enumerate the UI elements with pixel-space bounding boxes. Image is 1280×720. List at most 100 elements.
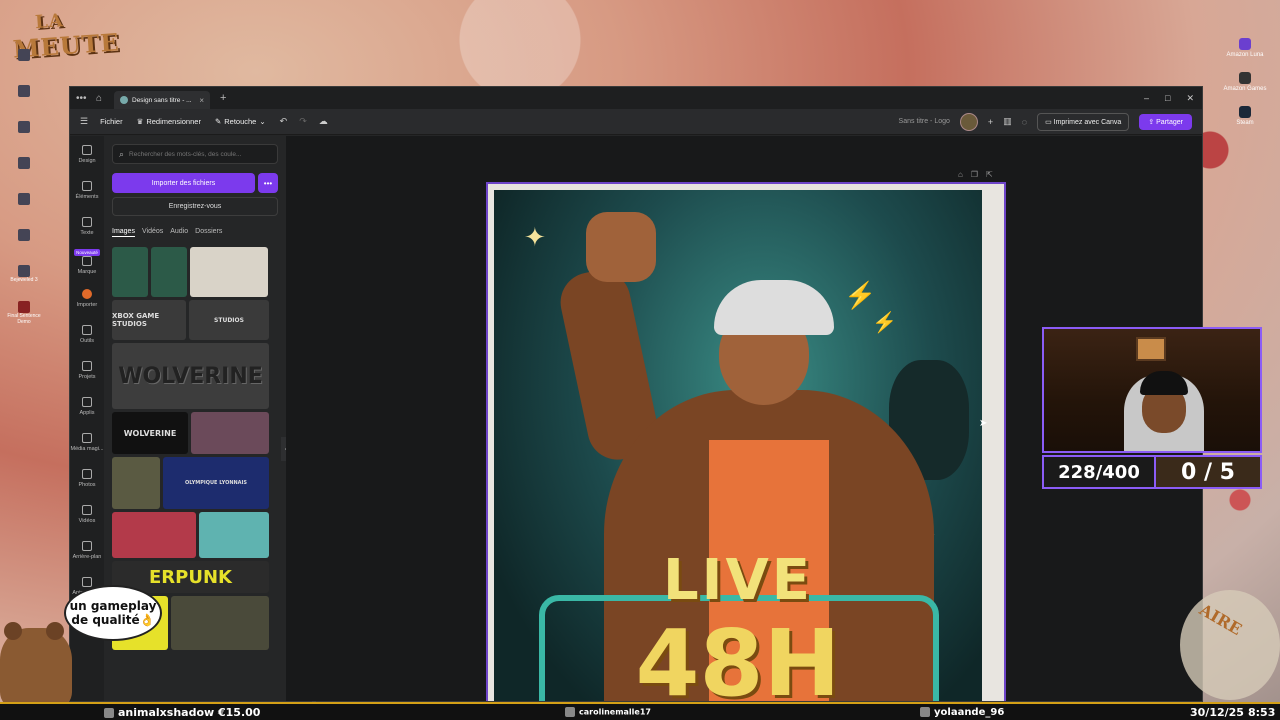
upload-thumb[interactable]	[151, 247, 187, 297]
rail-item-design[interactable]: Design	[70, 136, 104, 172]
desktop-icon-amazon-games[interactable]: Amazon Games	[1220, 72, 1270, 92]
upload-thumb[interactable]	[112, 457, 160, 509]
speech-bubble: un gameplay de qualité👌	[64, 585, 162, 641]
upload-icon	[82, 288, 92, 299]
close-window-button[interactable]: ✕	[1186, 93, 1194, 104]
ticker-date: 30/12/25	[1190, 705, 1244, 719]
poster-image[interactable]: ✦ ⚡ ⚡ ✦ LIVE 48H	[494, 190, 982, 701]
upload-thumb[interactable]	[171, 596, 269, 650]
more-options-button[interactable]: •••	[258, 173, 278, 193]
rail-item-apps[interactable]: Applis	[70, 388, 104, 424]
app-icon	[18, 157, 30, 169]
browser-tabbar: ••• ⌂ Design sans titre - ... × + – □ ✕	[70, 87, 1202, 109]
editor-toolbar: ☰ Fichier ♛ Redimensionner ✎ Retouche ⌄ ↶ ↷…	[70, 109, 1202, 135]
edit-mode-dropdown[interactable]: ✎ Retouche ⌄	[215, 117, 266, 126]
search-input[interactable]	[129, 150, 270, 158]
app-icon	[18, 85, 30, 97]
upload-thumb[interactable]	[191, 412, 269, 454]
duplicate-page-icon[interactable]: ❐	[971, 170, 978, 179]
app-icon	[18, 193, 30, 205]
upload-thumb[interactable]	[112, 247, 148, 297]
add-page-icon[interactable]: ⇱	[986, 170, 993, 179]
text-icon	[82, 216, 92, 227]
minimize-button[interactable]: –	[1144, 93, 1149, 104]
rail-item-background[interactable]: Arrière-plan	[70, 532, 104, 568]
upload-thumb[interactable]: STUDIOS	[189, 300, 269, 340]
rail-item-tools[interactable]: Outils	[70, 316, 104, 352]
magic-media-icon	[82, 432, 92, 443]
grid-row: OLYMPIQUE LYONNAIS	[112, 457, 278, 509]
rail-item-videos[interactable]: Vidéos	[70, 496, 104, 532]
tab-folders[interactable]: Dossiers	[195, 228, 222, 235]
design-page[interactable]: ✦ ⚡ ⚡ ✦ LIVE 48H	[486, 182, 1006, 701]
home-icon[interactable]: ⌂	[96, 93, 114, 104]
pencil-icon: ✎	[214, 117, 222, 126]
document-title[interactable]: Sans titre - Logo	[899, 118, 950, 125]
upload-thumb[interactable]: XBOX GAME STUDIOS	[112, 300, 186, 340]
desktop-icon[interactable]	[4, 45, 44, 79]
desktop-icon[interactable]	[4, 153, 44, 187]
comment-icon[interactable]: ◌	[1022, 117, 1027, 127]
upload-thumb[interactable]	[199, 512, 269, 558]
rail-item-photos[interactable]: Photos	[70, 460, 104, 496]
grid-row: WOLVERINE	[112, 412, 278, 454]
upload-thumb[interactable]	[190, 247, 268, 297]
add-collaborator-icon[interactable]: +	[988, 117, 993, 127]
new-tab-button[interactable]: +	[220, 92, 226, 104]
upload-row: Importer des fichiers •••	[112, 173, 278, 193]
sparkle-icon: ✦	[524, 222, 546, 252]
tab-videos[interactable]: Vidéos	[142, 228, 163, 235]
upload-thumb[interactable]: WOLVERINE	[112, 412, 188, 454]
close-tab-icon[interactable]: ×	[199, 96, 204, 105]
folder-icon	[82, 360, 92, 371]
goal-counter: 228/400 0 / 5	[1042, 455, 1262, 489]
hamburger-menu-icon[interactable]: ☰	[80, 116, 88, 127]
avatar[interactable]	[959, 112, 978, 131]
rail-item-projects[interactable]: Projets	[70, 352, 104, 388]
record-yourself-button[interactable]: Enregistrez-vous	[112, 197, 278, 216]
tab-audio[interactable]: Audio	[170, 228, 188, 235]
share-icon: ⇪	[1148, 118, 1157, 126]
share-button[interactable]: ⇪ Partager	[1139, 113, 1192, 130]
new-badge: Nouveauté	[74, 249, 100, 256]
lock-icon[interactable]: ⌂	[958, 170, 963, 179]
desktop-icon-amazon-luna[interactable]: Amazon Luna	[1220, 38, 1270, 58]
rail-item-text[interactable]: Texte	[70, 208, 104, 244]
search-icon: ⌕	[119, 148, 125, 159]
maximize-button[interactable]: □	[1165, 93, 1170, 104]
upload-thumb[interactable]	[112, 512, 196, 558]
luna-icon	[1239, 38, 1251, 50]
desktop-icon[interactable]	[4, 189, 44, 223]
insights-icon[interactable]: ▥	[1003, 116, 1012, 127]
video-icon	[82, 504, 92, 515]
file-menu[interactable]: Fichier	[100, 117, 123, 126]
sub-goal-counter: 0 / 5	[1154, 457, 1260, 487]
desktop-icon[interactable]	[4, 225, 44, 259]
resize-button[interactable]: ♛ Redimensionner	[137, 117, 201, 126]
redo-icon[interactable]: ↷	[299, 116, 307, 127]
streamer-cap	[1140, 371, 1188, 395]
desktop-icon-bejeweled[interactable]: Bejeweled 3	[4, 261, 44, 295]
webcam-overlay	[1042, 327, 1262, 453]
design-icon	[82, 144, 92, 155]
browser-menu-icon[interactable]: •••	[76, 93, 96, 104]
rail-item-magic-media[interactable]: Média magi...	[70, 424, 104, 460]
print-with-canva-button[interactable]: ▭ Imprimez avec Canva	[1037, 112, 1130, 131]
rail-item-import[interactable]: Importer	[70, 280, 104, 316]
poster-title-live: LIVE	[662, 548, 814, 613]
desktop-icon[interactable]	[4, 81, 44, 115]
tab-images[interactable]: Images	[112, 228, 135, 235]
desktop-icon[interactable]	[4, 117, 44, 151]
upload-thumb[interactable]: OLYMPIQUE LYONNAIS	[163, 457, 269, 509]
rail-item-brand[interactable]: Nouveauté Marque	[70, 244, 104, 280]
browser-tab[interactable]: Design sans titre - ... ×	[114, 91, 210, 109]
desktop-icon-steam[interactable]: Steam	[1220, 106, 1270, 126]
cloud-save-icon[interactable]: ☁	[319, 116, 328, 127]
desktop-icon-final-sentence[interactable]: Final Sentence Demo	[4, 297, 44, 331]
rail-item-elements[interactable]: Éléments	[70, 172, 104, 208]
ticker-donation: animalxshadow €15.00	[104, 706, 260, 719]
upload-thumb[interactable]: WOLVERINE	[112, 343, 269, 409]
app-icon	[18, 49, 30, 61]
upload-files-button[interactable]: Importer des fichiers	[112, 173, 255, 193]
undo-icon[interactable]: ↶	[280, 116, 288, 127]
